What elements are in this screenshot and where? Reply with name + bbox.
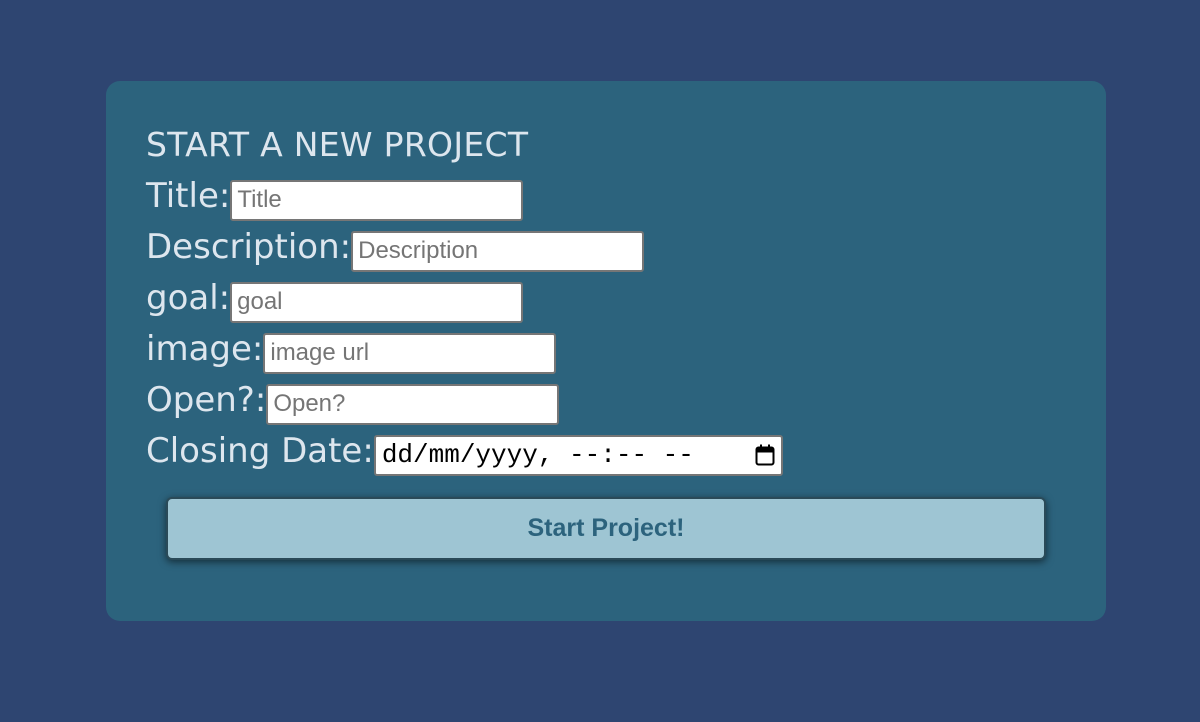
closing-date-row: Closing Date: dd/mm/yyyy, --:-- --: [146, 431, 783, 476]
image-row: image:: [146, 329, 557, 374]
project-form-card: START A NEW PROJECT Title: Description: …: [106, 81, 1106, 621]
open-input[interactable]: [266, 383, 560, 425]
description-label: Description:: [146, 227, 352, 267]
closing-date-label: Closing Date:: [146, 431, 374, 471]
title-input[interactable]: [230, 179, 524, 221]
closing-date-value: dd/mm/yyyy, --:-- --: [381, 440, 694, 470]
title-label: Title:: [146, 176, 231, 216]
open-row: Open?:: [146, 380, 560, 425]
goal-label: goal:: [146, 278, 231, 318]
calendar-icon[interactable]: [755, 444, 775, 466]
open-label: Open?:: [146, 380, 267, 420]
closing-date-input[interactable]: dd/mm/yyyy, --:-- --: [373, 434, 783, 476]
description-row: Description:: [146, 227, 645, 272]
description-input[interactable]: [351, 230, 645, 272]
form-heading: START A NEW PROJECT: [146, 125, 529, 164]
goal-row: goal:: [146, 278, 524, 323]
image-label: image:: [146, 329, 264, 369]
goal-input[interactable]: [230, 281, 524, 323]
start-project-button[interactable]: Start Project!: [166, 497, 1046, 560]
image-url-input[interactable]: [263, 332, 557, 374]
title-row: Title:: [146, 176, 524, 221]
